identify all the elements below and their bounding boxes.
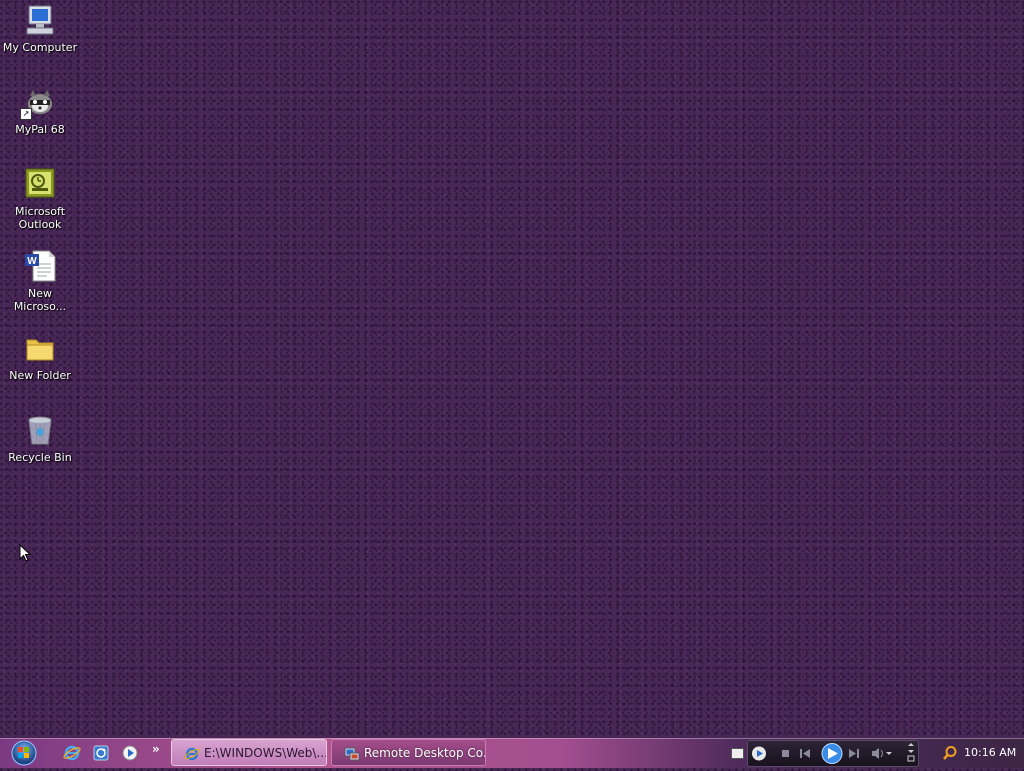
taskbar-button-explorer-window[interactable]: E:\WINDOWS\Web\...	[171, 739, 327, 766]
desktop-icon-word-doc[interactable]: W New Microso...	[0, 250, 80, 313]
media-player-logo-icon	[752, 746, 766, 761]
next-icon	[849, 749, 859, 758]
media-player-toolbar	[747, 740, 919, 767]
media-player-icon[interactable]	[121, 744, 139, 762]
desktop-icon-new-folder[interactable]: New Folder	[0, 332, 80, 382]
windows-logo-icon	[11, 740, 37, 766]
word-document-icon: W	[23, 250, 57, 284]
desktop-icon-my-computer[interactable]: My Computer	[0, 4, 80, 54]
mouse-cursor-icon	[19, 543, 33, 562]
taskbar: » E:\WINDOWS\Web\... Remote Desktop Co..…	[0, 738, 1024, 768]
outlook-icon	[23, 168, 57, 202]
computer-icon	[23, 4, 57, 38]
desktop-icon-label: My Computer	[2, 41, 78, 54]
desktop-icon-recycle-bin[interactable]: Recycle Bin	[0, 414, 80, 464]
chevron-down-icon	[886, 752, 892, 755]
desktop-icon-mypal[interactable]: ↗ MyPal 68	[0, 86, 80, 136]
desktop-icon-label: Microsoft Outlook	[14, 205, 66, 231]
desktop-icon-label: MyPal 68	[15, 123, 65, 136]
desktop-icon-label: New Folder	[9, 369, 71, 382]
taskbar-button-label: Remote Desktop Co...	[364, 746, 486, 760]
internet-explorer-icon	[184, 745, 200, 761]
search-icon[interactable]	[942, 745, 958, 761]
restore-icon	[907, 743, 915, 762]
start-button[interactable]	[2, 739, 46, 767]
remote-desktop-icon	[344, 745, 360, 761]
folder-icon	[23, 332, 57, 366]
svg-text:W: W	[27, 256, 37, 267]
quick-launch-overflow-button[interactable]: »	[152, 742, 160, 756]
volume-icon	[872, 748, 883, 759]
raccoon-icon: ↗	[20, 86, 57, 120]
keyboard-layout-icon[interactable]	[731, 748, 744, 759]
play-icon	[821, 743, 843, 764]
desktop-icon-outlook[interactable]: Microsoft Outlook	[0, 168, 80, 231]
desktop-icon-label: New Microso...	[13, 287, 67, 313]
shortcut-arrow-icon: ↗	[20, 108, 32, 120]
system-clock[interactable]: 10:16 AM	[964, 738, 1022, 768]
desktop-icon-label: Recycle Bin	[8, 451, 72, 464]
windows-update-icon[interactable]	[92, 744, 110, 762]
taskbar-button-remote-desktop[interactable]: Remote Desktop Co...	[331, 739, 486, 766]
stop-icon	[782, 750, 789, 757]
recycle-bin-icon	[23, 414, 57, 448]
internet-explorer-icon[interactable]	[63, 744, 81, 762]
previous-icon	[800, 749, 810, 758]
taskbar-button-label: E:\WINDOWS\Web\...	[204, 746, 327, 760]
